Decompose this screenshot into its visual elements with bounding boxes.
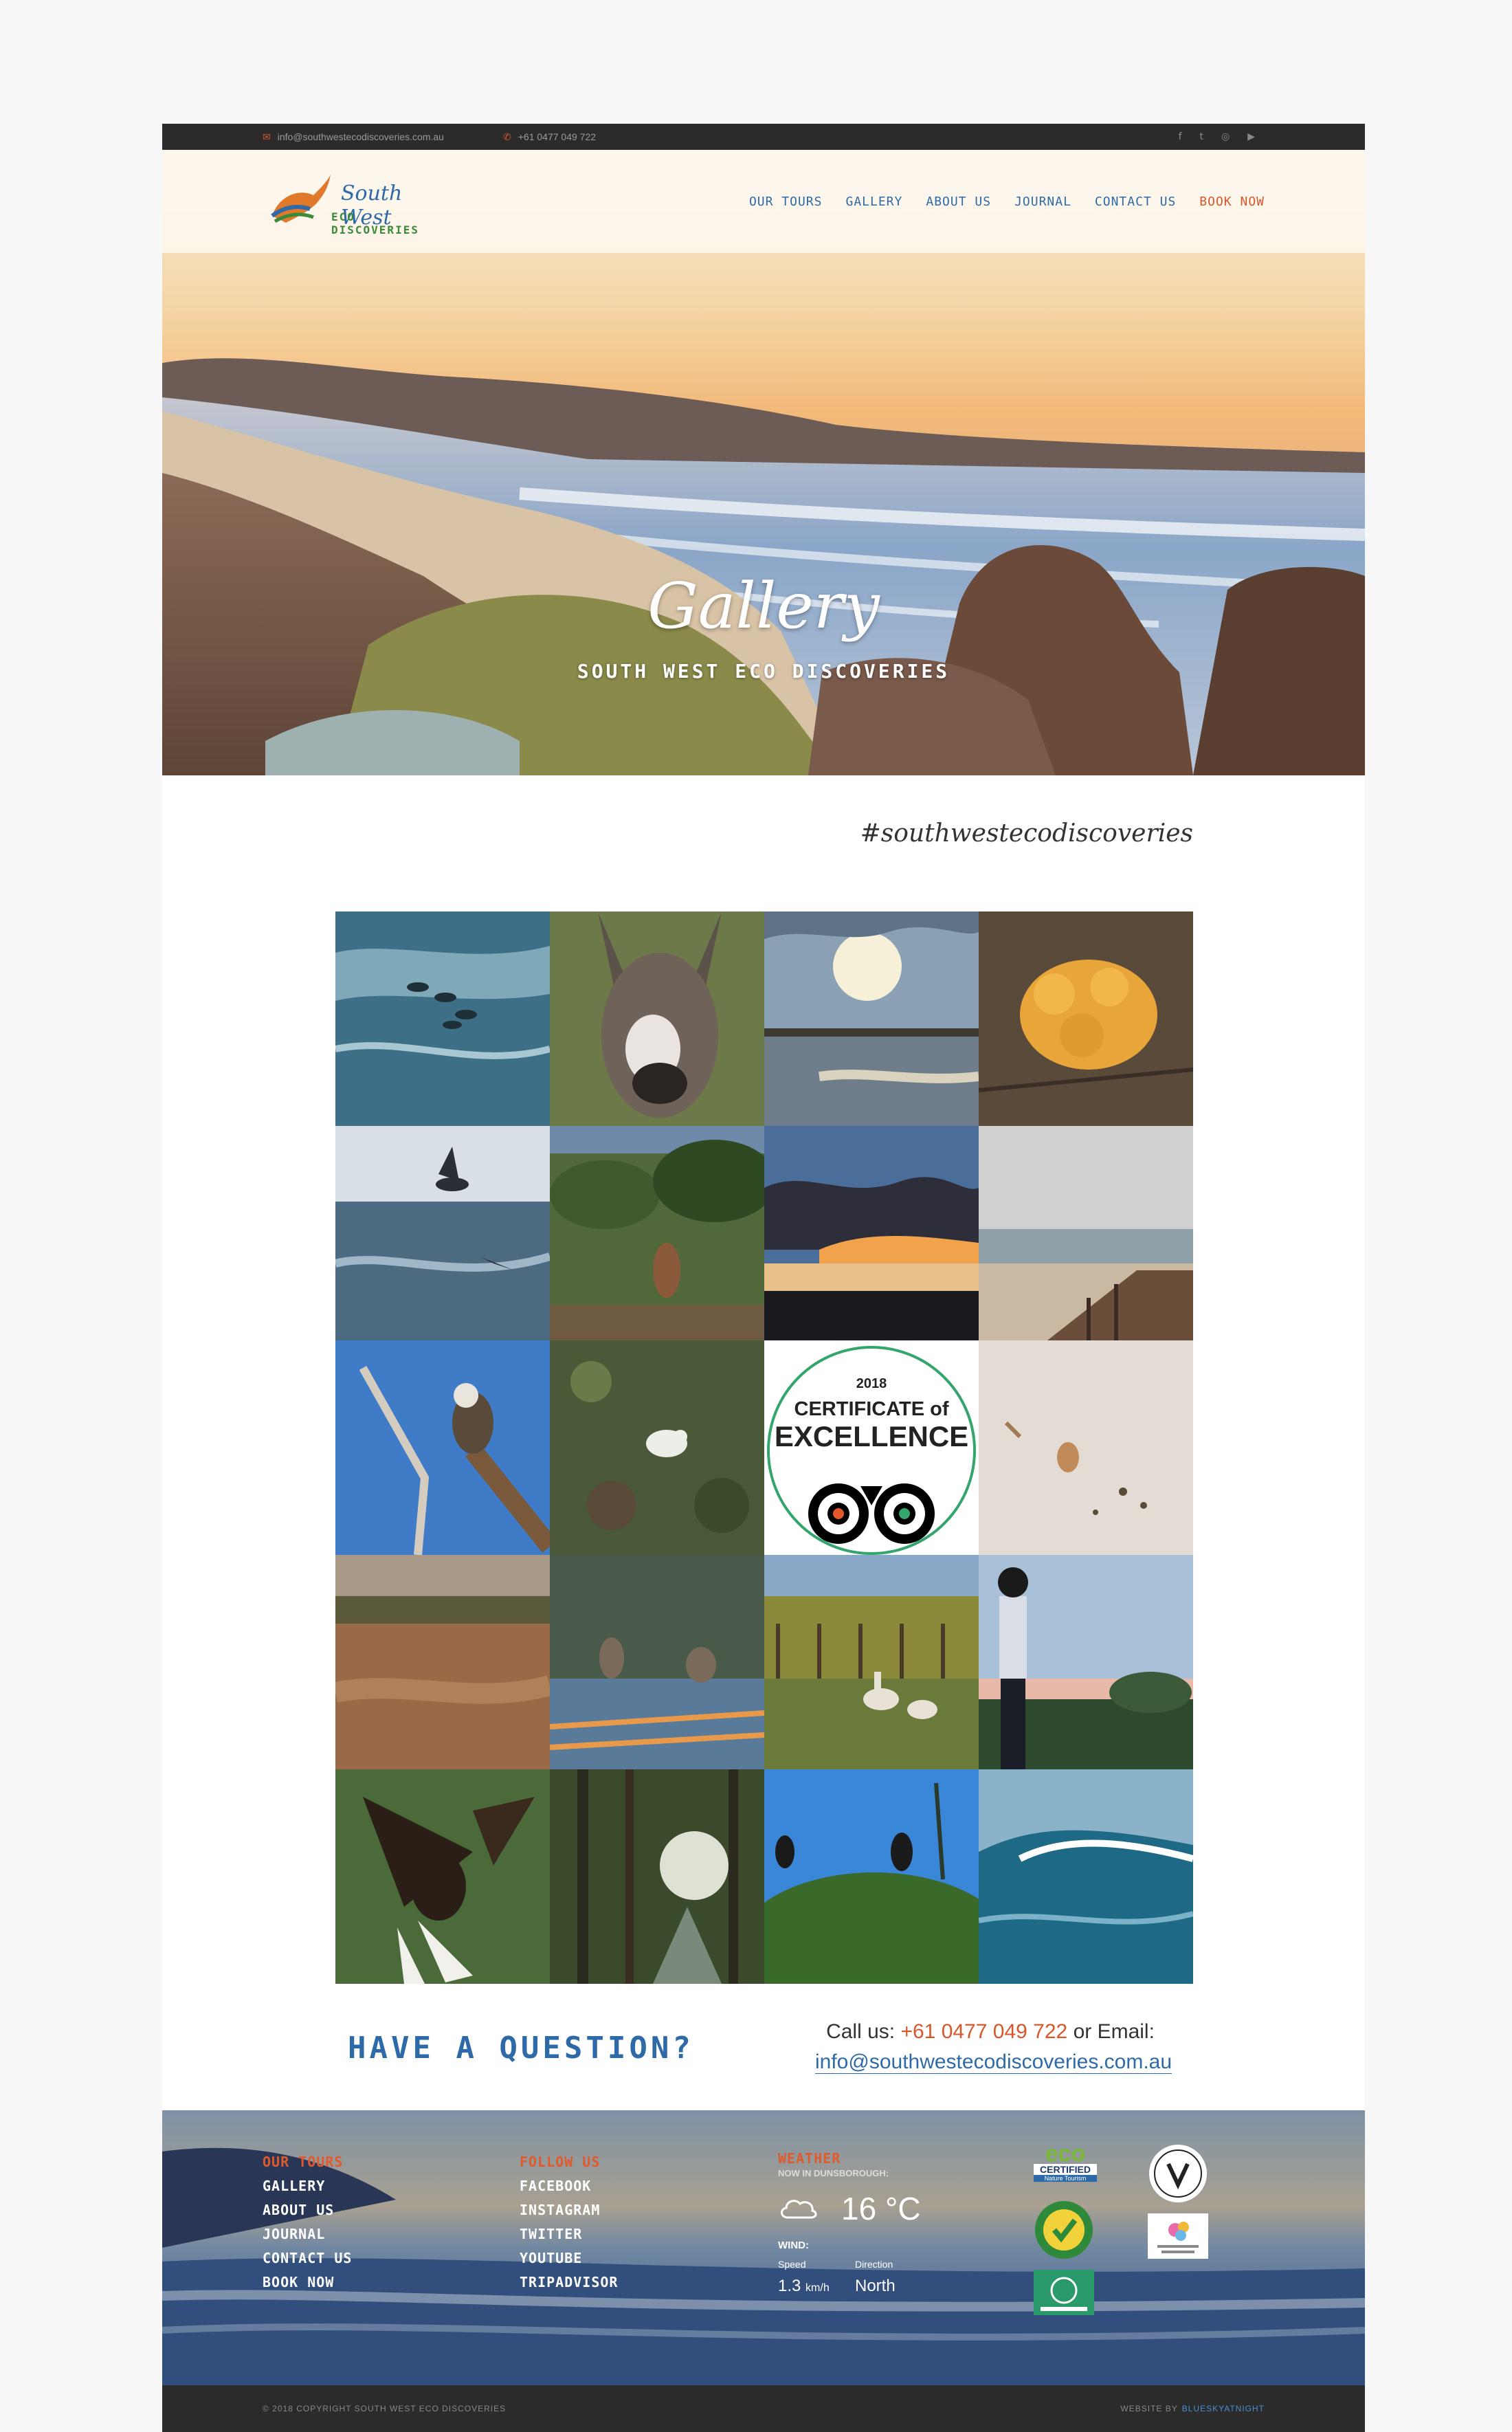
gallery-photo-sunset-beach[interactable] [764, 911, 979, 1126]
gallery-photo-fungi[interactable] [979, 911, 1193, 1126]
nav-book-now[interactable]: BOOK NOW [1199, 195, 1265, 209]
nav-gallery[interactable]: GALLERY [846, 195, 903, 209]
hashtag: #southwestecodiscoveries [860, 819, 1193, 848]
hero-banner: South West ECO DISCOVERIES OUR TOURS GAL… [162, 150, 1365, 775]
call-prefix: Call us: [826, 2020, 896, 2043]
main-nav: OUR TOURS GALLERY ABOUT US JOURNAL CONTA… [749, 150, 1265, 253]
nav-journal[interactable]: JOURNAL [1014, 195, 1071, 209]
weather-heading: WEATHER [778, 2150, 841, 2167]
bottom-bar: © 2018 COPYRIGHT SOUTH WEST ECO DISCOVER… [162, 2385, 1365, 2432]
weather-location: NOW IN DUNSBOROUGH: [778, 2168, 889, 2178]
topbar-email-text[interactable]: info@southwestecodiscoveries.com.au [278, 131, 444, 142]
weather-direction: North [855, 2277, 896, 2295]
eco-badge-text: eco [1045, 2141, 1086, 2167]
weather-wind-label: WIND: [778, 2240, 809, 2251]
credit-prefix: WEBSITE BY [1120, 2404, 1178, 2413]
gallery-photo-photographer[interactable] [979, 1555, 1193, 1769]
nav-about-us[interactable]: ABOUT US [926, 195, 991, 209]
gallery-photo-alpacas-vineyard[interactable] [764, 1555, 979, 1769]
gallery-photo-black-cockatoo[interactable] [335, 1769, 550, 1984]
social-links: f t ◎ ▶ [1179, 124, 1255, 150]
footer-book-now-link[interactable]: BOOK NOW [263, 2270, 352, 2295]
footer-instagram-link[interactable]: INSTAGRAM [520, 2198, 618, 2222]
footer-twitter-link[interactable]: TWITTER [520, 2222, 618, 2246]
gallery-certificate-of-excellence[interactable]: 2018 CERTIFICATE of EXCELLENCE [764, 1340, 979, 1555]
eco-badge-certified: CERTIFIED [1034, 2164, 1097, 2175]
youtube-icon[interactable]: ▶ [1247, 131, 1255, 142]
eco-certified-badge[interactable]: eco CERTIFIED Nature Tourism [1034, 2141, 1097, 2185]
kangaroo-logo-icon [271, 175, 331, 223]
eco-badge-nature: Nature Tourism [1034, 2175, 1097, 2182]
site-container: ✉ info@southwestecodiscoveries.com.au ✆ … [162, 124, 1365, 2432]
footer-gallery-link[interactable]: GALLERY [263, 2174, 352, 2198]
page-subtitle: SOUTH WEST ECO DISCOVERIES [577, 660, 950, 683]
accredited-tourism-badge-icon[interactable] [1034, 2200, 1094, 2260]
copyright-text: © 2018 COPYRIGHT SOUTH WEST ECO DISCOVER… [263, 2404, 507, 2413]
nav-our-tours[interactable]: OUR TOURS [749, 195, 823, 209]
gallery-photo-white-bird[interactable] [550, 1340, 764, 1555]
facebook-icon[interactable]: f [1179, 131, 1182, 142]
weather-widget: WEATHER NOW IN DUNSBOROUGH: 16 °C WIND: … [778, 2150, 921, 2295]
topbar-email[interactable]: ✉ info@southwestecodiscoveries.com.au [263, 124, 444, 150]
footer-facebook-link[interactable]: FACEBOOK [520, 2174, 618, 2198]
weather-speed-label: Speed [778, 2259, 806, 2270]
gallery-photo-dusty-road[interactable] [335, 1555, 550, 1769]
photo-gallery: 2018 CERTIFICATE of EXCELLENCE [335, 911, 1193, 1984]
cloud-icon [781, 2200, 817, 2219]
twitter-icon[interactable]: t [1200, 131, 1204, 142]
margaret-river-region-badge-icon[interactable] [1148, 2213, 1208, 2259]
gallery-photo-sunset-clouds[interactable] [764, 1126, 979, 1340]
gallery-photo-beach-steps[interactable] [979, 1126, 1193, 1340]
instagram-icon[interactable]: ◎ [1221, 131, 1230, 142]
tripadvisor-award-badge-icon[interactable] [1034, 2270, 1094, 2315]
weather-temperature: 16 °C [841, 2191, 921, 2226]
weather-speed-unit: km/h [805, 2282, 830, 2294]
gallery-photo-osprey[interactable] [335, 1340, 550, 1555]
tripadvisor-owl-icon [808, 1483, 935, 1544]
footer-contact-us-link[interactable]: CONTACT US [263, 2246, 352, 2270]
site-header: South West ECO DISCOVERIES OUR TOURS GAL… [162, 150, 1365, 253]
topbar-phone-text[interactable]: +61 0477 049 722 [518, 131, 596, 142]
site-footer: OUR TOURS GALLERY ABOUT US JOURNAL CONTA… [162, 2110, 1365, 2385]
envelope-icon: ✉ [263, 131, 271, 142]
topbar-phone[interactable]: ✆ +61 0477 049 722 [503, 124, 596, 150]
footer-journal-link[interactable]: JOURNAL [263, 2222, 352, 2246]
weather-speed-value: 1.3 [778, 2277, 801, 2295]
footer-youtube-link[interactable]: YOUTUBE [520, 2246, 618, 2270]
top-bar: ✉ info@southwestecodiscoveries.com.au ✆ … [162, 124, 1365, 150]
call-phone-link[interactable]: +61 0477 049 722 [900, 2020, 1067, 2043]
phone-icon: ✆ [503, 131, 511, 142]
footer-tours-column: OUR TOURS GALLERY ABOUT US JOURNAL CONTA… [263, 2150, 352, 2295]
gallery-photo-kangaroo-bush[interactable] [550, 1126, 764, 1340]
page-title: Gallery [647, 569, 880, 643]
logo-line2: ECO DISCOVERIES [331, 210, 419, 236]
footer-about-us-link[interactable]: ABOUT US [263, 2198, 352, 2222]
credit-link[interactable]: BLUESKYATNIGHT [1182, 2404, 1265, 2413]
footer-follow-column: FOLLOW US FACEBOOK INSTAGRAM TWITTER YOU… [520, 2150, 618, 2295]
gallery-photo-wave[interactable] [979, 1769, 1193, 1984]
gallery-photo-forest-light[interactable] [550, 1769, 764, 1984]
logo[interactable]: South West ECO DISCOVERIES [265, 168, 444, 236]
contact-email-link[interactable]: info@southwestecodiscoveries.com.au [815, 2050, 1172, 2074]
contact-callout: Call us: +61 0477 049 722 or Email: info… [815, 2017, 1172, 2077]
email-prefix: or Email: [1073, 2020, 1155, 2043]
footer-follow-heading: FOLLOW US [520, 2154, 601, 2170]
footer-tripadvisor-link[interactable]: TRIPADVISOR [520, 2270, 618, 2295]
quality-tourism-seal-icon[interactable] [1148, 2143, 1208, 2204]
footer-our-tours-link[interactable]: OUR TOURS [263, 2150, 352, 2174]
gallery-photo-kangaroo-face[interactable] [550, 911, 764, 1126]
gallery-photo-sand-shells[interactable] [979, 1340, 1193, 1555]
gallery-photo-seabirds[interactable] [335, 1126, 550, 1340]
gallery-photo-dolphins[interactable] [335, 911, 550, 1126]
weather-direction-label: Direction [855, 2259, 893, 2270]
gallery-photo-cockatoos-tree[interactable] [764, 1769, 979, 1984]
website-credit: WEBSITE BY BLUESKYATNIGHT [1120, 2385, 1265, 2432]
gallery-photo-kangaroos-road[interactable] [550, 1555, 764, 1769]
nav-contact-us[interactable]: CONTACT US [1095, 195, 1176, 209]
have-a-question-heading: HAVE A QUESTION? [348, 2031, 694, 2066]
weather-speed: 1.3 km/h [778, 2277, 830, 2296]
